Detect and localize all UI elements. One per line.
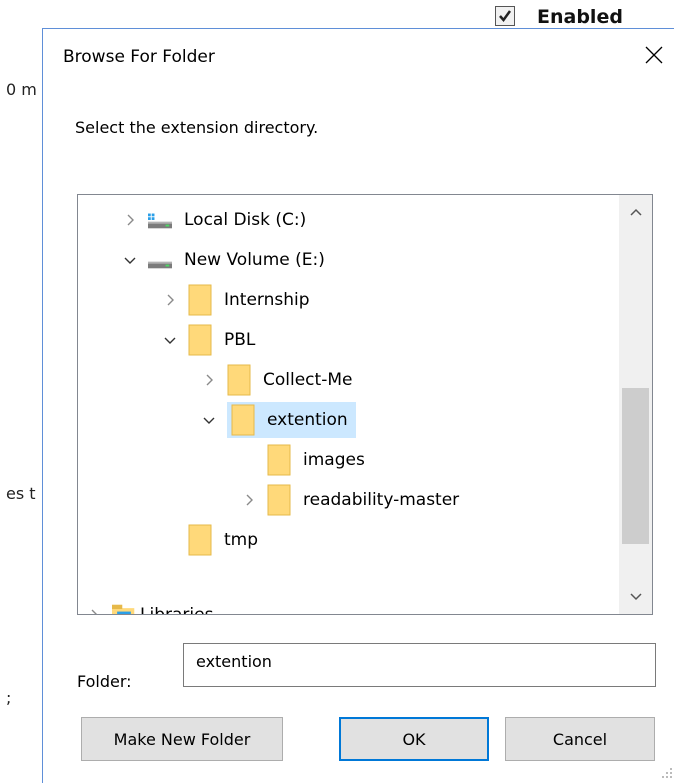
chevron-right-icon[interactable] bbox=[241, 492, 257, 508]
tree-item-label: Libraries bbox=[140, 604, 214, 615]
make-new-folder-button[interactable]: Make New Folder bbox=[81, 717, 283, 761]
chevron-down-icon[interactable] bbox=[201, 412, 217, 428]
enabled-checkbox[interactable] bbox=[495, 6, 515, 26]
drive-icon bbox=[148, 204, 172, 236]
tree-item-label: tmp bbox=[224, 529, 259, 550]
libraries-icon bbox=[112, 599, 136, 614]
folder-tree[interactable]: Local Disk (C:) New Volume (E:) Internsh… bbox=[77, 194, 653, 615]
expander-placeholder bbox=[241, 452, 257, 468]
resize-grip-icon[interactable] bbox=[661, 767, 673, 779]
folder-icon bbox=[188, 524, 212, 556]
dialog-title: Browse For Folder bbox=[63, 47, 215, 67]
background-text-fragment: ; bbox=[6, 688, 12, 707]
tree-item-label: readability-master bbox=[303, 489, 460, 510]
cancel-button[interactable]: Cancel bbox=[505, 717, 655, 761]
background-text-fragment: es t bbox=[6, 484, 36, 503]
tree-scrollbar[interactable] bbox=[619, 195, 652, 614]
chevron-down-icon[interactable] bbox=[162, 332, 178, 348]
checkmark-icon bbox=[499, 10, 512, 23]
drive-icon bbox=[148, 244, 172, 276]
scrollbar-thumb[interactable] bbox=[622, 388, 649, 544]
tree-item-extention[interactable]: extention bbox=[201, 401, 356, 438]
folder-icon bbox=[267, 484, 291, 516]
close-icon bbox=[645, 46, 663, 64]
tree-item-pbl[interactable]: PBL bbox=[162, 323, 255, 356]
ok-button[interactable]: OK bbox=[339, 717, 489, 761]
chevron-down-icon[interactable] bbox=[122, 252, 138, 268]
folder-icon bbox=[188, 324, 212, 356]
tree-item-internship[interactable]: Internship bbox=[162, 283, 310, 316]
chevron-right-icon[interactable] bbox=[162, 292, 178, 308]
tree-item-readability-master[interactable]: readability-master bbox=[241, 483, 459, 516]
folder-input[interactable] bbox=[183, 643, 656, 687]
instruction-text: Select the extension directory. bbox=[75, 118, 319, 137]
tree-item-images[interactable]: images bbox=[241, 443, 365, 476]
folder-label: Folder: bbox=[77, 672, 132, 691]
enabled-label: Enabled bbox=[537, 6, 623, 28]
chevron-right-icon[interactable] bbox=[201, 372, 217, 388]
browse-for-folder-dialog: Browse For Folder Select the extension d… bbox=[42, 28, 674, 783]
tree-item-label: New Volume (E:) bbox=[184, 249, 325, 270]
tree-item-label: extention bbox=[267, 409, 348, 430]
folder-icon bbox=[188, 284, 212, 316]
chevron-right-icon[interactable] bbox=[86, 607, 102, 614]
chevron-up-icon bbox=[629, 208, 642, 216]
tree-item-label: Internship bbox=[224, 289, 310, 310]
folder-icon bbox=[231, 404, 255, 436]
tree-item-collect-me[interactable]: Collect-Me bbox=[201, 363, 352, 396]
folder-icon bbox=[227, 364, 251, 396]
folder-icon bbox=[267, 444, 291, 476]
tree-item-label: PBL bbox=[224, 329, 256, 350]
tree-item-label: images bbox=[303, 449, 365, 470]
scroll-up-button[interactable] bbox=[619, 197, 652, 227]
background-text-fragment: 0 m bbox=[6, 80, 37, 99]
scroll-down-button[interactable] bbox=[619, 582, 652, 612]
tree-item-tmp[interactable]: tmp bbox=[162, 523, 258, 556]
expander-placeholder bbox=[162, 532, 178, 548]
tree-item-label: Local Disk (C:) bbox=[184, 209, 307, 230]
chevron-right-icon[interactable] bbox=[122, 212, 138, 228]
tree-item-local-disk-c[interactable]: Local Disk (C:) bbox=[122, 203, 306, 236]
tree-item-new-volume-e[interactable]: New Volume (E:) bbox=[122, 243, 325, 276]
tree-item-label: Collect-Me bbox=[263, 369, 353, 390]
close-button[interactable] bbox=[641, 42, 667, 68]
tree-item-libraries[interactable]: Libraries bbox=[86, 598, 214, 615]
chevron-down-icon bbox=[629, 593, 642, 601]
selection-highlight: extention bbox=[227, 401, 356, 438]
